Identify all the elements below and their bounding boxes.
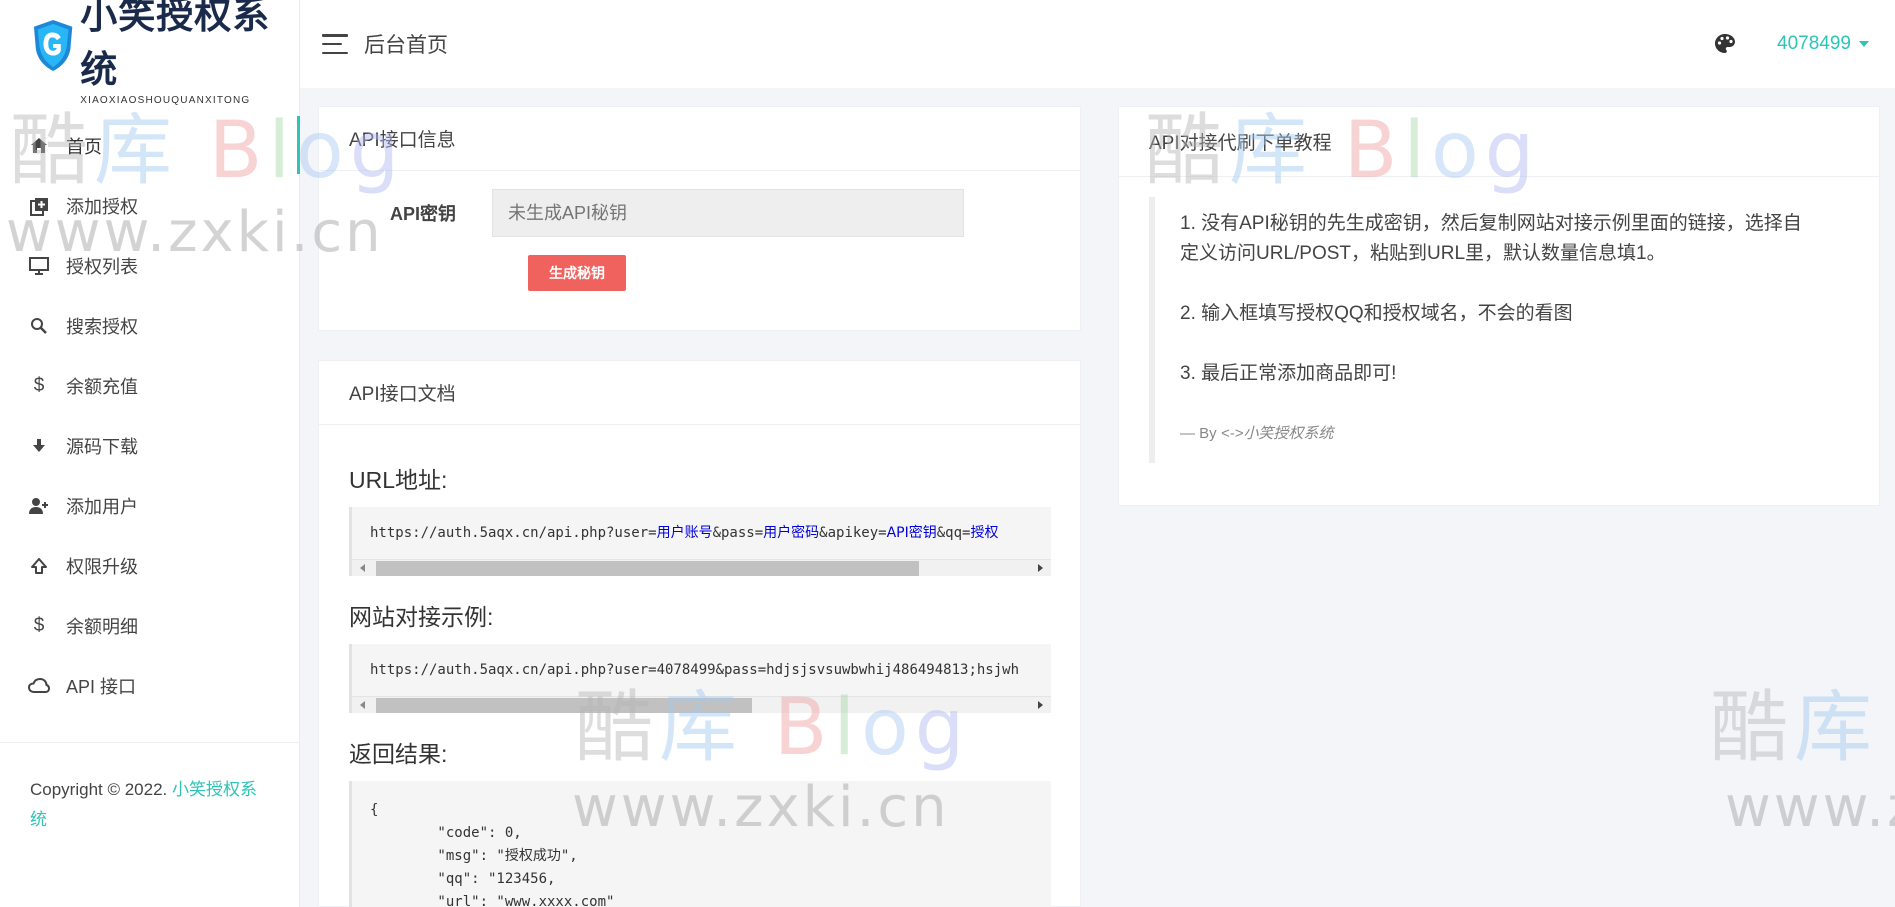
api-info-card: API接口信息 API密钥 生成秘钥 xyxy=(318,106,1081,331)
sidebar-item-label: 首页 xyxy=(66,137,102,157)
example-section-title: 网站对接示例: xyxy=(349,604,494,630)
sidebar-item-label: 余额明细 xyxy=(66,617,138,637)
scroll-left-icon[interactable] xyxy=(360,564,365,572)
logo-subtitle: XIAOXIAOSHOUQUANXITONG xyxy=(80,94,251,106)
sidebar-item-label: 权限升级 xyxy=(66,557,138,577)
sidebar-item-label: 授权列表 xyxy=(66,257,138,277)
example-code-box[interactable]: https://auth.5aqx.cn/api.php?user=407849… xyxy=(349,644,1051,713)
shield-logo-icon xyxy=(33,20,73,71)
result-line: "url": "www.xxxx.com" xyxy=(370,894,615,907)
menu-toggle-icon[interactable] xyxy=(322,34,348,54)
sidebar-item-label: 余额充值 xyxy=(66,377,138,397)
result-code-box: { "code": 0, "msg": "授权成功", "qq": "12345… xyxy=(349,781,1051,907)
result-section-title: 返回结果: xyxy=(349,741,448,767)
scroll-thumb[interactable] xyxy=(376,698,752,713)
tutorial-step-3: 3. 最后正常添加商品即可! xyxy=(1180,363,1397,384)
url-scrollbar[interactable] xyxy=(352,559,1051,576)
monitor-icon xyxy=(28,255,50,277)
top-header: 后台首页 4078499 xyxy=(300,0,1895,88)
sidebar-item-upgrade[interactable]: 权限升级 xyxy=(0,536,299,596)
sidebar-item-source-download[interactable]: 源码下载 xyxy=(0,416,299,476)
sidebar-item-add-auth[interactable]: 添加授权 xyxy=(0,176,299,236)
result-line: "msg": "授权成功", xyxy=(370,848,578,864)
page-title: 后台首页 xyxy=(364,34,448,57)
sidebar-item-api[interactable]: API 接口 xyxy=(0,656,299,716)
download-icon xyxy=(28,435,50,457)
scroll-right-icon[interactable] xyxy=(1038,564,1043,572)
sidebar-item-label: 搜索授权 xyxy=(66,317,138,337)
sidebar-item-home[interactable]: 首页 xyxy=(0,116,300,176)
tutorial-step-1: 1. 没有API秘钥的先生成密钥，然后复制网站对接示例里面的链接，选择自定义访问… xyxy=(1180,213,1802,264)
sidebar-item-label: 添加授权 xyxy=(66,197,138,217)
url-section-title: URL地址: xyxy=(349,467,448,493)
cloud-icon xyxy=(28,675,50,697)
example-code-line: https://auth.5aqx.cn/api.php?user=407849… xyxy=(370,662,1020,678)
api-docs-title: API接口文档 xyxy=(319,361,1080,425)
sidebar-item-auth-list[interactable]: 授权列表 xyxy=(0,236,299,296)
add-box-icon xyxy=(28,195,50,217)
sidebar-item-recharge[interactable]: $ 余额充值 xyxy=(0,356,299,416)
dollar-icon: $ xyxy=(33,375,45,396)
home-icon xyxy=(28,135,50,157)
sidebar-item-label: 添加用户 xyxy=(66,497,138,517)
username: 4078499 xyxy=(1777,33,1851,54)
example-scrollbar[interactable] xyxy=(352,696,1051,713)
scroll-thumb[interactable] xyxy=(376,561,919,576)
url-code-line: https://auth.5aqx.cn/api.php?user=用户账号&p… xyxy=(370,525,999,541)
upgrade-icon xyxy=(28,555,50,577)
sidebar-nav: 首页 添加授权 授权列表 搜索授权 $ 余额充值 源码下载 添加用户 权限升级 … xyxy=(0,116,300,716)
sidebar-item-balance-detail[interactable]: $ 余额明细 xyxy=(0,596,299,656)
logo-title: 小笑授权系统 xyxy=(80,0,271,91)
result-line: "qq": "123456, xyxy=(370,871,556,887)
result-line: { xyxy=(370,802,379,818)
watermark-url: www.zxki.cn xyxy=(1725,775,1895,840)
api-key-label: API密钥 xyxy=(389,204,456,224)
tutorial-byline: — By <->小笑授权系统 xyxy=(1180,425,1334,442)
api-docs-card: API接口文档 URL地址: https://auth.5aqx.cn/api.… xyxy=(318,360,1081,907)
scroll-left-icon[interactable] xyxy=(360,701,365,709)
add-user-icon xyxy=(28,495,50,517)
scroll-right-icon[interactable] xyxy=(1038,701,1043,709)
tutorial-card: API对接代刷下单教程 1. 没有API秘钥的先生成密钥，然后复制网站对接示例里… xyxy=(1118,106,1880,506)
generate-key-button[interactable]: 生成秘钥 xyxy=(528,255,626,291)
chevron-down-icon xyxy=(1859,41,1869,47)
result-line: "code": 0, xyxy=(370,825,522,841)
url-code-box[interactable]: https://auth.5aqx.cn/api.php?user=用户账号&p… xyxy=(349,507,1051,576)
watermark-logo: 酷库 xyxy=(1710,683,1879,773)
sidebar-footer: Copyright © 2022. 小笑授权系统 xyxy=(0,742,299,835)
sidebar-item-add-user[interactable]: 添加用户 xyxy=(0,476,299,536)
user-menu[interactable]: 4078499 xyxy=(1777,33,1869,55)
tutorial-blockquote: 1. 没有API秘钥的先生成密钥，然后复制网站对接示例里面的链接，选择自定义访问… xyxy=(1149,197,1839,463)
sidebar: 小笑授权系统 XIAOXIAOSHOUQUANXITONG 首页 添加授权 授权… xyxy=(0,0,300,907)
sidebar-item-label: 源码下载 xyxy=(66,437,138,457)
api-key-input[interactable] xyxy=(492,189,964,237)
tutorial-step-2: 2. 输入框填写授权QQ和授权域名，不会的看图 xyxy=(1180,303,1573,324)
search-icon xyxy=(28,315,50,337)
logo[interactable]: 小笑授权系统 XIAOXIAOSHOUQUANXITONG xyxy=(0,0,299,106)
sidebar-item-search-auth[interactable]: 搜索授权 xyxy=(0,296,299,356)
palette-icon[interactable] xyxy=(1713,32,1737,56)
tutorial-title: API对接代刷下单教程 xyxy=(1119,107,1879,177)
api-info-title: API接口信息 xyxy=(319,107,1080,171)
dollar-icon: $ xyxy=(33,615,45,636)
sidebar-item-label: API 接口 xyxy=(66,677,137,697)
copyright-text: Copyright © 2022. xyxy=(30,780,172,799)
